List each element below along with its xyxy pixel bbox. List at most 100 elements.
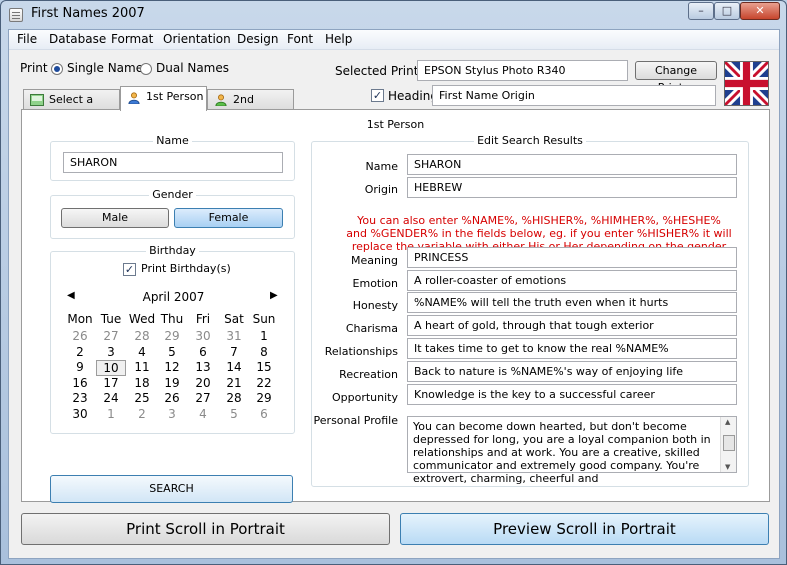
uk-flag-icon[interactable] bbox=[724, 61, 769, 106]
calendar-day[interactable]: 7 bbox=[219, 345, 249, 361]
calendar-day[interactable]: 30 bbox=[65, 407, 95, 423]
calendar-day[interactable]: 6 bbox=[188, 345, 218, 361]
personal-profile-field[interactable]: You can become down hearted, but don't b… bbox=[407, 416, 737, 485]
calendar-day[interactable]: 8 bbox=[249, 345, 279, 361]
calendar-day[interactable]: 27 bbox=[96, 329, 126, 345]
calendar-day[interactable]: 28 bbox=[219, 391, 249, 407]
menu-design[interactable]: Design bbox=[235, 32, 280, 46]
print-scroll-button[interactable]: Print Scroll in Portrait bbox=[21, 513, 390, 545]
calendar-day[interactable]: 29 bbox=[157, 329, 187, 345]
calendar-day[interactable]: 26 bbox=[157, 391, 187, 407]
calendar-day[interactable]: 21 bbox=[219, 376, 249, 392]
first-person-panel: 1st Person Name SHARON Gender Male Femal… bbox=[21, 109, 770, 503]
result-name-field[interactable]: SHARON bbox=[407, 154, 737, 175]
single-name-radio[interactable] bbox=[51, 63, 63, 75]
meaning-field[interactable]: PRINCESS bbox=[407, 247, 737, 268]
calendar-day[interactable]: 6 bbox=[249, 407, 279, 423]
calendar-day[interactable]: 4 bbox=[127, 345, 157, 361]
calendar-day[interactable]: 25 bbox=[127, 391, 157, 407]
calendar-day[interactable]: 17 bbox=[96, 376, 126, 392]
relationships-field[interactable]: It takes time to get to know the real %N… bbox=[407, 338, 737, 359]
calendar-day[interactable]: 2 bbox=[65, 345, 95, 361]
calendar-day[interactable]: 10 bbox=[96, 360, 126, 376]
profile-scrollbar[interactable]: ▲ ▼ bbox=[720, 417, 736, 472]
calendar-day[interactable]: 12 bbox=[157, 360, 187, 376]
print-label: Print bbox=[20, 61, 48, 75]
printer-field[interactable]: EPSON Stylus Photo R340 bbox=[417, 60, 628, 81]
scroll-thumb[interactable] bbox=[723, 435, 735, 451]
recreation-field[interactable]: Back to nature is %NAME%'s way of enjoyi… bbox=[407, 361, 737, 382]
scroll-up-icon[interactable]: ▲ bbox=[725, 418, 730, 426]
calendar-day[interactable]: 24 bbox=[96, 391, 126, 407]
opportunity-field[interactable]: Knowledge is the key to a successful car… bbox=[407, 384, 737, 405]
calendar-day[interactable]: 5 bbox=[219, 407, 249, 423]
calendar-day[interactable]: 19 bbox=[157, 376, 187, 392]
dual-names-radio[interactable] bbox=[140, 63, 152, 75]
menu-font[interactable]: Font bbox=[285, 32, 315, 46]
search-button[interactable]: SEARCH bbox=[50, 475, 293, 503]
minimize-button[interactable]: – bbox=[688, 2, 714, 20]
calendar-day[interactable]: 26 bbox=[65, 329, 95, 345]
calendar-day[interactable]: 2 bbox=[127, 407, 157, 423]
calendar-day[interactable]: 28 bbox=[127, 329, 157, 345]
next-month-icon[interactable]: ▶ bbox=[270, 290, 278, 301]
charisma-field[interactable]: A heart of gold, through that tough exte… bbox=[407, 315, 737, 336]
calendar-day[interactable]: 29 bbox=[249, 391, 279, 407]
male-button[interactable]: Male bbox=[61, 208, 169, 228]
calendar-day[interactable]: 4 bbox=[188, 407, 218, 423]
calendar-day[interactable]: 20 bbox=[188, 376, 218, 392]
weekday-header: Fri bbox=[195, 312, 211, 326]
maximize-button[interactable]: □ bbox=[714, 2, 740, 20]
relationships-label: Relationships bbox=[324, 345, 398, 358]
calendar-day[interactable]: 3 bbox=[157, 407, 187, 423]
gender-group: Gender Male Female bbox=[50, 188, 295, 239]
calendar-day[interactable]: 3 bbox=[96, 345, 126, 361]
origin-field[interactable]: HEBREW bbox=[407, 177, 737, 198]
close-button[interactable]: ✕ bbox=[740, 2, 780, 20]
calendar-day[interactable]: 15 bbox=[249, 360, 279, 376]
calendar-day[interactable]: 27 bbox=[188, 391, 218, 407]
calendar-day[interactable]: 31 bbox=[219, 329, 249, 345]
tab-select-a-style[interactable]: Select a Style bbox=[23, 89, 120, 126]
menu-orientation[interactable]: Orientation bbox=[161, 32, 233, 46]
menu-file[interactable]: File bbox=[15, 32, 39, 46]
calendar-day[interactable]: 11 bbox=[127, 360, 157, 376]
calendar-day[interactable]: 30 bbox=[188, 329, 218, 345]
tab-1st-person[interactable]: 1st Person bbox=[120, 86, 207, 111]
recreation-label: Recreation bbox=[339, 368, 398, 381]
first-name-field[interactable]: SHARON bbox=[63, 152, 283, 173]
calendar-day[interactable]: 18 bbox=[127, 376, 157, 392]
result-name-label: Name bbox=[365, 160, 398, 173]
print-birthday-checkbox[interactable]: ✓ bbox=[123, 263, 136, 276]
calendar-day[interactable]: 9 bbox=[65, 360, 95, 376]
title-bar[interactable]: First Names 2007 – □ ✕ bbox=[1, 1, 786, 29]
calendar-day[interactable]: 22 bbox=[249, 376, 279, 392]
origin-label: Origin bbox=[364, 183, 398, 196]
personal-profile-text: You can become down hearted, but don't b… bbox=[413, 420, 711, 485]
calendar-day[interactable]: 16 bbox=[65, 376, 95, 392]
calendar-day[interactable]: 13 bbox=[188, 360, 218, 376]
menu-format[interactable]: Format bbox=[109, 32, 155, 46]
preview-scroll-button[interactable]: Preview Scroll in Portrait bbox=[400, 513, 769, 545]
calendar-day[interactable]: 1 bbox=[96, 407, 126, 423]
calendar-day[interactable]: 23 bbox=[65, 391, 95, 407]
heading-field[interactable]: First Name Origin bbox=[432, 85, 716, 106]
scroll-down-icon[interactable]: ▼ bbox=[725, 463, 730, 471]
emotion-field[interactable]: A roller-coaster of emotions bbox=[407, 270, 737, 291]
heading-checkbox[interactable]: ✓ bbox=[371, 89, 384, 102]
change-printer-button[interactable]: Change Printer bbox=[635, 61, 717, 94]
female-button[interactable]: Female bbox=[174, 208, 283, 228]
calendar-day[interactable]: 14 bbox=[219, 360, 249, 376]
menu-database[interactable]: Database bbox=[47, 32, 108, 46]
meaning-label: Meaning bbox=[351, 254, 398, 267]
calendar-day[interactable]: 5 bbox=[157, 345, 187, 361]
menu-help[interactable]: Help bbox=[323, 32, 354, 46]
dual-names-label[interactable]: Dual Names bbox=[156, 61, 229, 75]
edit-search-results-group: Edit Search Results Name SHARON Origin H… bbox=[311, 134, 749, 487]
calendar-day[interactable]: 1 bbox=[249, 329, 279, 345]
app-window: First Names 2007 – □ ✕ File Database For… bbox=[0, 0, 787, 565]
opportunity-label: Opportunity bbox=[331, 391, 398, 404]
honesty-field[interactable]: %NAME% will tell the truth even when it … bbox=[407, 292, 737, 313]
single-name-label[interactable]: Single Name bbox=[67, 61, 143, 75]
tab-2nd-person[interactable]: 2nd Person bbox=[207, 89, 294, 126]
